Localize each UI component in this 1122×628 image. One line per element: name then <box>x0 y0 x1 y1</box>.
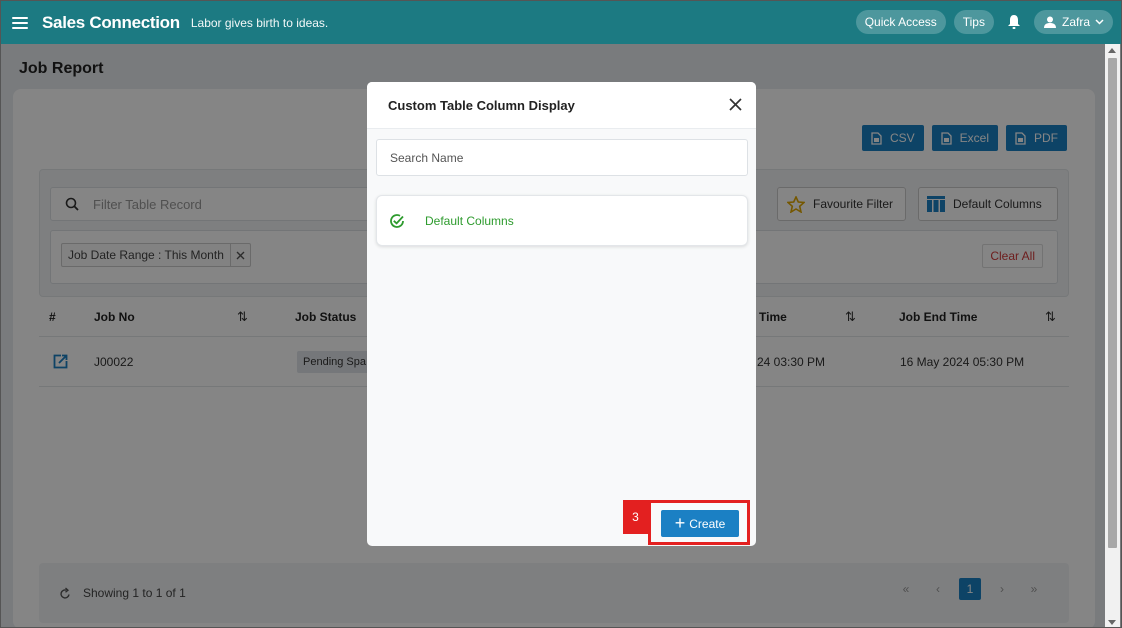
app-window: Sales Connection Labor gives birth to id… <box>0 0 1122 628</box>
column-preset-item[interactable]: Default Columns <box>376 195 748 246</box>
user-name: Zafra <box>1061 15 1090 29</box>
chevron-down-icon <box>1095 19 1104 25</box>
column-preset-label: Default Columns <box>425 213 514 228</box>
top-bar: Sales Connection Labor gives birth to id… <box>1 1 1121 44</box>
tagline: Labor gives birth to ideas. <box>190 15 329 30</box>
quick-access-button[interactable]: Quick Access <box>855 10 946 34</box>
user-avatar-icon <box>1043 16 1056 28</box>
user-menu[interactable]: Zafra <box>1033 10 1113 34</box>
notification-bell-icon[interactable] <box>1002 10 1026 34</box>
scroll-up-arrow-icon[interactable] <box>1108 48 1116 53</box>
tips-button[interactable]: Tips <box>953 10 994 34</box>
custom-column-modal: Custom Table Column Display Default Colu… <box>367 82 756 546</box>
scroll-down-arrow-icon[interactable] <box>1108 620 1116 625</box>
check-circle-icon <box>390 213 404 228</box>
page-scrollbar[interactable] <box>1105 44 1120 627</box>
brand-name[interactable]: Sales Connection <box>42 13 180 33</box>
hamburger-menu-icon[interactable] <box>12 16 28 29</box>
modal-title: Custom Table Column Display <box>388 97 575 113</box>
scroll-thumb[interactable] <box>1108 58 1117 548</box>
search-name-input[interactable] <box>376 139 748 176</box>
highlight-box <box>648 500 750 545</box>
step-badge: 3 <box>623 500 648 534</box>
modal-header: Custom Table Column Display <box>367 82 756 129</box>
close-icon[interactable] <box>725 94 745 114</box>
